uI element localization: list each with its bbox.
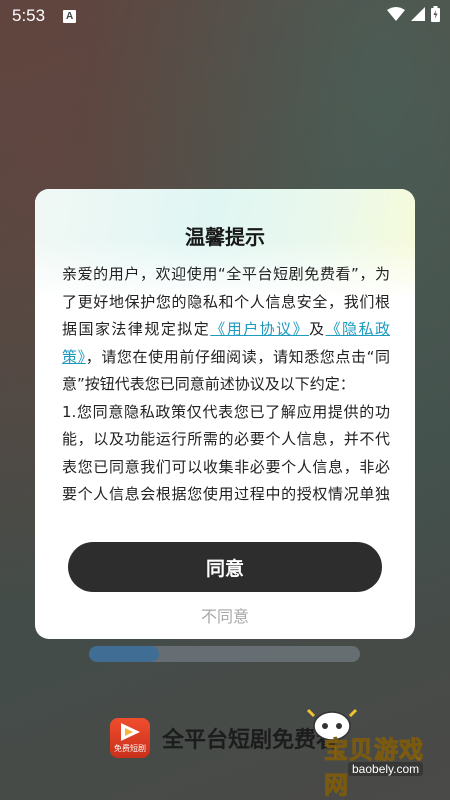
intro-text-after: ，请您在使用前仔细阅读，请知悉您点击“同意”按钮代表您已同意前述协议及以下约定： (62, 347, 390, 394)
loading-progress-bar (89, 646, 360, 662)
app-logo-label: 免费短剧 (114, 744, 146, 753)
watermark-url: baobely.com (348, 762, 424, 776)
watermark: 宝贝游戏网 baobely.com (284, 702, 434, 800)
loading-progress-fill (89, 646, 160, 662)
notification-a-icon: A (63, 9, 77, 23)
dialog-paragraph-clause-1: 1.您同意隐私政策仅代表您已了解应用提供的功能，以及功能运行所需的必要个人信息，… (62, 402, 390, 514)
play-icon (121, 723, 140, 741)
wifi-icon (387, 6, 405, 26)
status-bar: 5:53 A (0, 0, 450, 32)
dialog-body[interactable]: 亲爱的用户，欢迎使用“全平台短剧免费看”，为了更好地保护您的隐私和个人信息安全，… (62, 261, 390, 513)
status-time: 5:53 (12, 6, 46, 25)
app-logo: 免费短剧 (110, 718, 150, 758)
user-agreement-link[interactable]: 《用户协议》 (210, 320, 309, 338)
dialog-title: 温馨提示 (185, 225, 265, 249)
dialog-paragraph-intro: 亲爱的用户，欢迎使用“全平台短剧免费看”，为了更好地保护您的隐私和个人信息安全，… (62, 261, 390, 399)
decline-button[interactable]: 不同意 (35, 603, 415, 627)
agree-button[interactable]: 同意 (68, 542, 382, 592)
and-text: 及 (309, 320, 326, 338)
battery-icon (431, 5, 440, 27)
status-icons (387, 5, 440, 27)
signal-icon (411, 6, 425, 26)
privacy-dialog: 温馨提示 亲爱的用户，欢迎使用“全平台短剧免费看”，为了更好地保护您的隐私和个人… (35, 189, 415, 639)
